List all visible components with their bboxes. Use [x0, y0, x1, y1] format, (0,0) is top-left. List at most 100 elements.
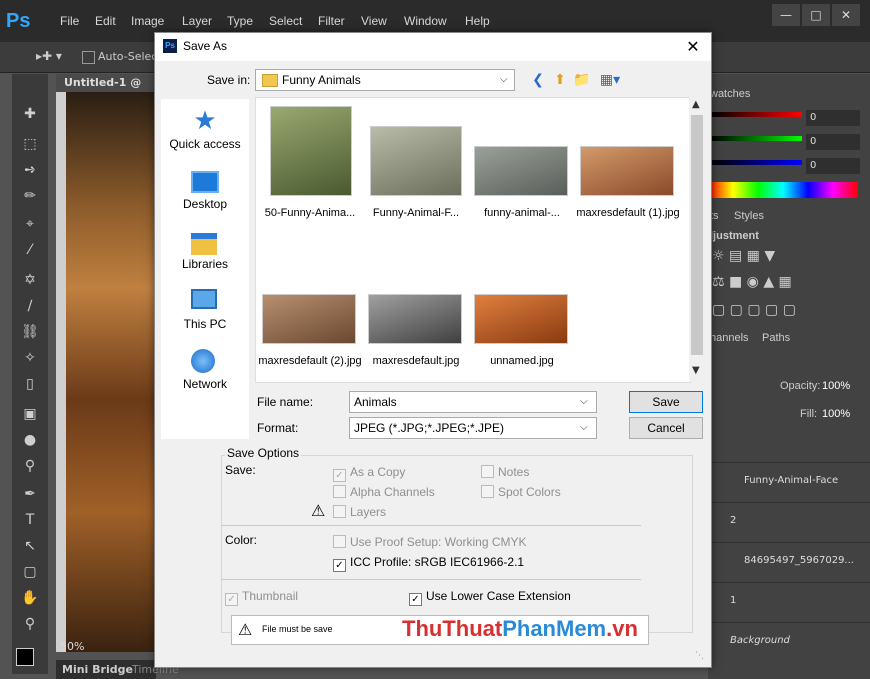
menu-window[interactable]: Window [404, 14, 447, 28]
dodge-icon[interactable]: ⚲ [18, 456, 42, 476]
scroll-down-icon[interactable]: ▼ [692, 365, 700, 376]
file-item[interactable]: funny-animal-... [470, 106, 574, 236]
file-item[interactable]: maxresdefault.jpg [364, 254, 468, 384]
tab-channels[interactable]: hannels [710, 332, 749, 344]
icc-profile-checkbox[interactable]: ✓ ICC Profile: sRGB IEC61966-2.1 [333, 555, 524, 572]
hand-icon[interactable]: ✋ [18, 588, 42, 608]
checkbox-box: ✓ [333, 469, 346, 482]
zoom-icon[interactable]: ⚲ [18, 614, 42, 634]
adjustment-icons-row2[interactable]: ⚖ ■ ◉ ▲ ▦ [712, 274, 792, 290]
menu-view[interactable]: View [361, 14, 387, 28]
path-select-icon[interactable]: ↖ [18, 536, 42, 556]
layer-row[interactable]: 2 [708, 502, 870, 541]
adjustment-icons-row3[interactable]: ▢ ▢ ▢ ▢ ▢ [712, 302, 796, 318]
menu-type[interactable]: Type [227, 14, 253, 28]
blur-icon[interactable]: ● [18, 430, 42, 450]
red-slider[interactable] [712, 112, 802, 117]
red-value[interactable]: 0 [806, 110, 860, 126]
menu-filter[interactable]: Filter [318, 14, 345, 28]
notes-checkbox[interactable]: Notes [481, 465, 529, 479]
shape-icon[interactable]: ▢ [18, 562, 42, 582]
move-tool-icon[interactable]: ▸✚ ▾ [36, 49, 62, 63]
layer-row[interactable]: Background [708, 622, 870, 661]
pen-icon[interactable]: ✒ [18, 484, 42, 504]
lowercase-extension-checkbox[interactable]: ✓ Use Lower Case Extension [409, 589, 571, 606]
alpha-channels-checkbox[interactable]: Alpha Channels [333, 485, 435, 499]
auto-select-checkbox[interactable] [82, 51, 95, 64]
scroll-thumb[interactable] [691, 115, 703, 355]
foreground-color-swatch[interactable] [16, 648, 34, 666]
layer-row[interactable]: Funny-Animal-Face [708, 462, 870, 501]
brush-icon[interactable]: ∕ [18, 296, 42, 316]
file-item[interactable]: unnamed.jpg [470, 254, 574, 384]
save-label: Save: [225, 463, 256, 477]
stamp-icon[interactable]: ⛓ [18, 322, 42, 342]
resize-grip-icon[interactable]: ⋱ [695, 651, 707, 663]
file-item[interactable]: maxresdefault (2).jpg [258, 254, 362, 384]
blue-value[interactable]: 0 [806, 158, 860, 174]
back-icon[interactable]: ❮ [529, 71, 547, 89]
maximize-icon[interactable]: □ [802, 4, 830, 26]
layer-row[interactable]: 84695497_5967029... [708, 542, 870, 581]
file-item[interactable]: maxresdefault (1).jpg [576, 106, 680, 236]
menu-file[interactable]: File [60, 14, 79, 28]
place-libraries[interactable]: Libraries [161, 223, 249, 279]
history-brush-icon[interactable]: ✧ [18, 348, 42, 368]
minimize-icon[interactable]: — [772, 4, 800, 26]
eyedropper-icon[interactable]: ⁄ [18, 240, 42, 260]
as-a-copy-checkbox[interactable]: ✓ As a Copy [333, 465, 405, 482]
scroll-up-icon[interactable]: ▲ [692, 99, 700, 110]
zoom-level[interactable]: 50% [60, 640, 100, 656]
green-slider[interactable] [712, 136, 802, 141]
view-menu-icon[interactable]: ▦▾ [597, 71, 623, 89]
chevron-down-icon[interactable]: ⌵ [580, 396, 588, 407]
spot-colors-checkbox[interactable]: Spot Colors [481, 485, 561, 499]
close-icon[interactable]: ✕ [683, 37, 703, 57]
adjustment-icons-row1[interactable]: ☼ ▤ ▦ ▼ [712, 248, 775, 264]
save-in-dropdown[interactable]: Funny Animals ⌵ [255, 69, 515, 91]
healing-icon[interactable]: ✡ [18, 270, 42, 290]
move-icon[interactable]: ✚ [18, 104, 42, 124]
menu-image[interactable]: Image [131, 14, 164, 28]
save-button[interactable]: Save [629, 391, 703, 413]
gradient-icon[interactable]: ▣ [18, 404, 42, 424]
up-folder-icon[interactable]: ⬆ [551, 71, 569, 89]
file-name-input[interactable]: Animals ⌵ [349, 391, 597, 413]
green-value[interactable]: 0 [806, 134, 860, 150]
eraser-icon[interactable]: ▯ [18, 374, 42, 394]
layers-checkbox[interactable]: Layers [333, 505, 386, 519]
tab-mini-bridge[interactable]: Mini Bridge [62, 660, 133, 679]
layer-row[interactable]: 1 [708, 582, 870, 621]
close-window-icon[interactable]: ✕ [832, 4, 860, 26]
fill-value[interactable]: 100% [822, 408, 850, 420]
place-desktop[interactable]: Desktop [161, 163, 249, 219]
color-spectrum[interactable] [708, 182, 858, 198]
crop-icon[interactable]: ⌖ [18, 214, 42, 234]
type-icon[interactable]: T [18, 510, 42, 530]
blue-slider[interactable] [712, 160, 802, 165]
file-item[interactable]: Funny-Animal-F... [364, 106, 468, 236]
menu-edit[interactable]: Edit [95, 14, 116, 28]
use-proof-setup-checkbox[interactable]: Use Proof Setup: Working CMYK [333, 535, 527, 549]
tab-paths[interactable]: Paths [762, 332, 790, 344]
checkbox-box [333, 535, 346, 548]
lasso-icon[interactable]: ➺ [18, 160, 42, 180]
file-item[interactable]: 50-Funny-Anima... [258, 106, 362, 236]
format-dropdown[interactable]: JPEG (*.JPG;*.JPEG;*.JPE) ⌵ [349, 417, 597, 439]
menu-select[interactable]: Select [269, 14, 302, 28]
thumbnail-checkbox[interactable]: ✓ Thumbnail [225, 589, 298, 606]
place-network[interactable]: Network [161, 343, 249, 399]
tab-styles[interactable]: Styles [734, 210, 764, 222]
new-folder-icon[interactable]: 📁 [573, 71, 591, 89]
place-this-pc[interactable]: This PC [161, 283, 249, 339]
opacity-value[interactable]: 100% [822, 380, 850, 392]
menu-help[interactable]: Help [465, 14, 490, 28]
menu-layer[interactable]: Layer [182, 14, 212, 28]
file-list-scrollbar[interactable]: ▲ ▼ [689, 97, 705, 381]
marquee-icon[interactable]: ⬚ [18, 134, 42, 154]
cancel-button[interactable]: Cancel [629, 417, 703, 439]
quick-select-icon[interactable]: ✏ [18, 186, 42, 206]
place-quick-access[interactable]: ★ Quick access [161, 103, 249, 159]
document-tab[interactable]: Untitled-1 @ 50% [56, 74, 164, 107]
swatches-tab[interactable]: watches [710, 88, 750, 100]
